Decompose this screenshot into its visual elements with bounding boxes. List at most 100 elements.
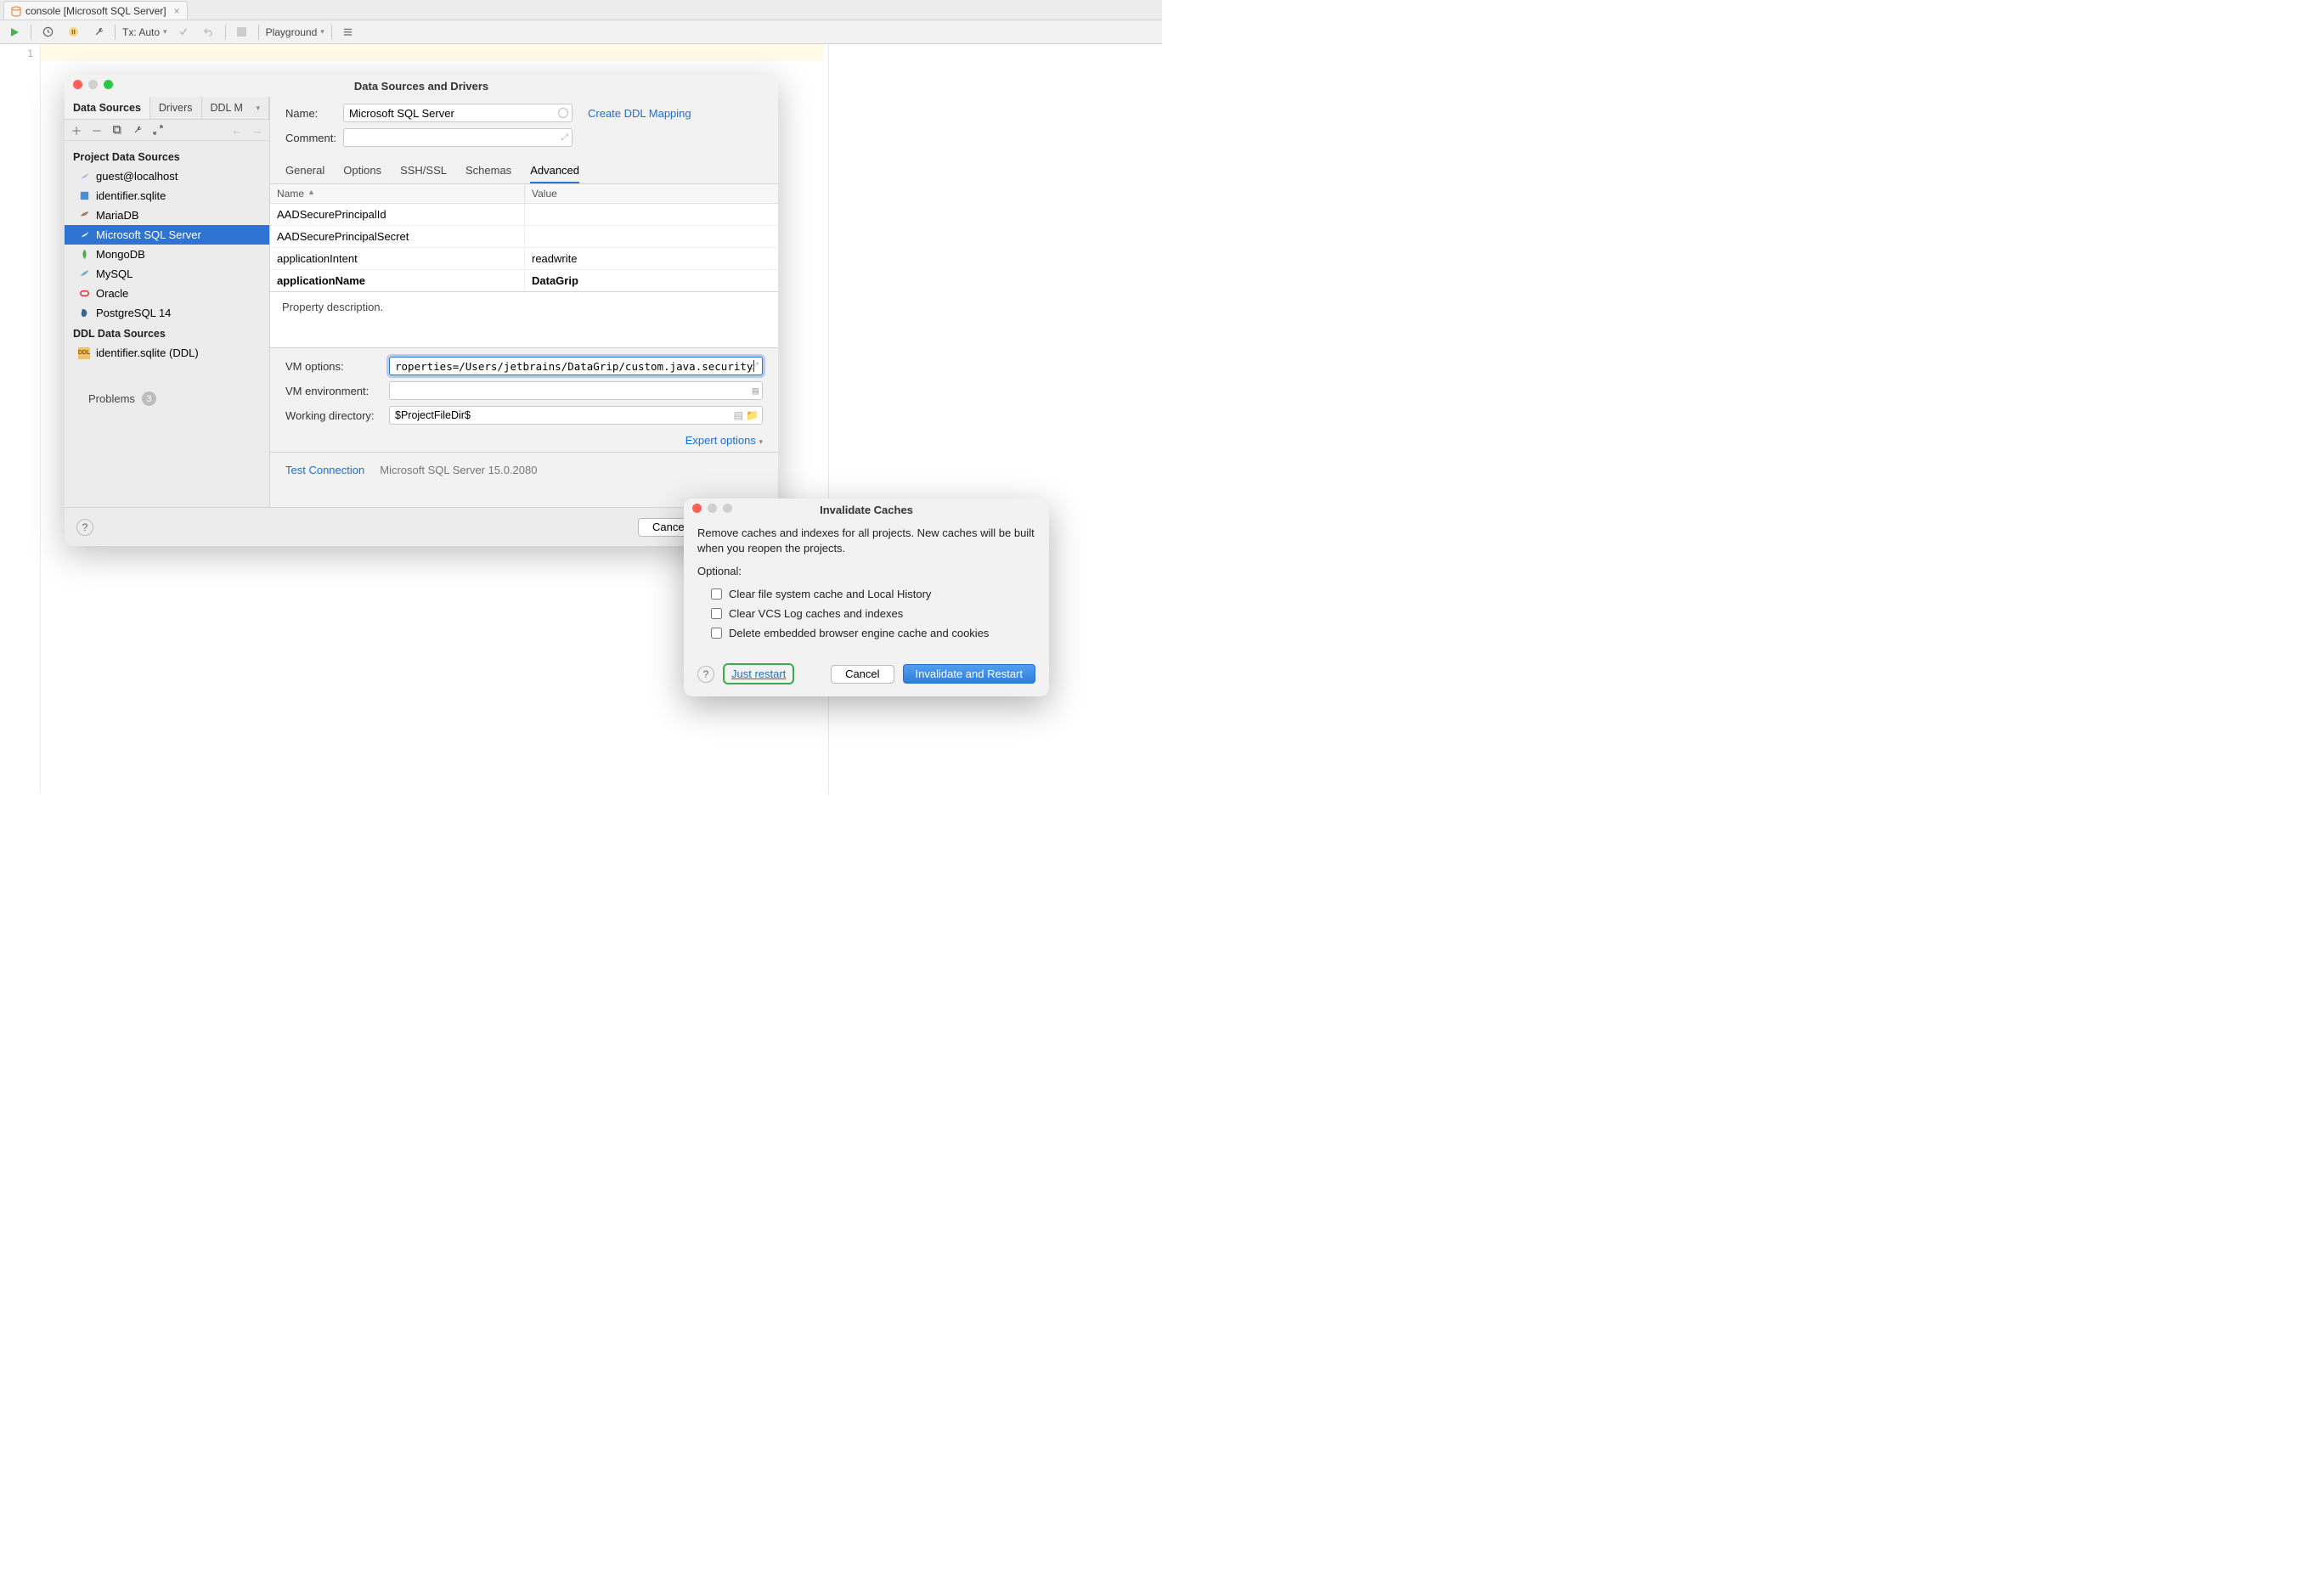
tree-item-sqlite[interactable]: identifier.sqlite (65, 186, 269, 206)
window-maximize-icon[interactable] (104, 80, 113, 89)
window-minimize-icon (88, 80, 98, 89)
checkbox-clear-filesystem[interactable]: Clear file system cache and Local Histor… (697, 584, 1035, 604)
remove-icon[interactable]: － (90, 123, 104, 137)
name-input[interactable]: Microsoft SQL Server (343, 104, 573, 122)
tab-title: console [Microsoft SQL Server] (25, 5, 166, 17)
sidebar-tabs: Data Sources Drivers DDL M ▾ (65, 97, 269, 120)
col-header-name[interactable]: Name▲ (270, 184, 525, 203)
lower-form: VM options: roperties=/Users/jetbrains/D… (270, 348, 778, 434)
tree-item-mariadb[interactable]: MariaDB (65, 206, 269, 225)
table-row[interactable]: applicationIntent readwrite (270, 248, 778, 270)
tx-mode-dropdown[interactable]: Tx: Auto ▾ (122, 26, 167, 38)
history-icon[interactable] (38, 23, 57, 42)
tab-options[interactable]: Options (343, 164, 381, 183)
color-circle-icon[interactable] (558, 108, 568, 118)
help-icon[interactable]: ? (76, 519, 93, 536)
comment-label: Comment: (285, 132, 335, 144)
separator (331, 25, 332, 40)
tab-advanced[interactable]: Advanced (530, 164, 579, 183)
invalidate-and-restart-button[interactable]: Invalidate and Restart (903, 664, 1035, 684)
window-close-icon[interactable] (73, 80, 82, 89)
vm-env-input[interactable]: ▤ (389, 381, 763, 400)
sort-asc-icon: ▲ (307, 188, 315, 200)
commit-icon[interactable] (174, 23, 193, 42)
tree-item-oracle[interactable]: Oracle (65, 284, 269, 303)
tab-general[interactable]: General (285, 164, 324, 183)
back-icon: ← (230, 123, 244, 137)
tab-ssh[interactable]: SSH/SSL (400, 164, 447, 183)
wrench-icon[interactable] (131, 123, 144, 137)
help-icon[interactable]: ? (697, 666, 714, 683)
tree-item-postgres[interactable]: PostgreSQL 14 (65, 303, 269, 323)
checkbox-input[interactable] (711, 628, 722, 639)
tree-item-mysql[interactable]: MySQL (65, 264, 269, 284)
vm-env-label: VM environment: (285, 385, 381, 397)
advanced-properties-table: Name▲ Value AADSecurePrincipalId AADSecu… (270, 183, 778, 292)
dialog-titlebar: Data Sources and Drivers (65, 75, 778, 97)
chevron-down-icon: ▾ (256, 104, 260, 113)
checkbox-delete-browser[interactable]: Delete embedded browser engine cache and… (697, 623, 1035, 643)
problems-label: Problems (88, 392, 135, 405)
expand-icon[interactable]: ⤢ (750, 360, 759, 373)
window-minimize-icon (708, 504, 717, 513)
data-source-tree: Project Data Sources guest@localhost ide… (65, 141, 269, 507)
window-controls (692, 504, 732, 513)
stop-icon[interactable] (233, 23, 251, 42)
create-ddl-mapping-link[interactable]: Create DDL Mapping (588, 107, 691, 120)
comment-input[interactable]: ⤢ (343, 128, 573, 147)
list-icon[interactable]: ▤ (753, 385, 759, 397)
cancel-button[interactable]: Cancel (831, 665, 894, 684)
just-restart-link[interactable]: Just restart (731, 667, 786, 680)
tab-data-sources[interactable]: Data Sources (65, 97, 150, 119)
dialog-footer: ? Cancel Apply (65, 507, 778, 546)
run-icon[interactable] (5, 23, 24, 42)
tree-item-guest[interactable]: guest@localhost (65, 166, 269, 186)
rollback-icon[interactable] (200, 23, 218, 42)
copy-icon[interactable] (110, 123, 124, 137)
expand-icon[interactable]: ⤢ (561, 133, 568, 143)
test-connection-link[interactable]: Test Connection (285, 464, 364, 476)
folder-icon[interactable]: 📁 (746, 409, 759, 421)
table-row[interactable]: applicationName DataGrip (270, 270, 778, 291)
editor-tab-console[interactable]: console [Microsoft SQL Server] × (3, 1, 188, 20)
tree-section-project: Project Data Sources (65, 146, 269, 166)
vm-options-label: VM options: (285, 360, 381, 373)
wrench-icon[interactable] (89, 23, 108, 42)
table-row[interactable]: AADSecurePrincipalSecret (270, 226, 778, 248)
settings-icon[interactable] (339, 23, 358, 42)
add-icon[interactable]: ＋ (70, 123, 83, 137)
close-icon[interactable]: × (174, 5, 180, 17)
tree-item-mongodb[interactable]: MongoDB (65, 245, 269, 264)
window-close-icon[interactable] (692, 504, 702, 513)
vm-options-input[interactable]: roperties=/Users/jetbrains/DataGrip/cust… (389, 357, 763, 375)
table-row[interactable]: AADSecurePrincipalId (270, 204, 778, 226)
line-number: 1 (7, 48, 33, 59)
dialog-description: Remove caches and indexes for all projec… (697, 526, 1035, 556)
db-sqlserver-icon (78, 229, 90, 241)
session-label: Playground (266, 26, 318, 38)
make-global-icon[interactable] (151, 123, 165, 137)
expert-options-link[interactable]: Expert options ▾ (685, 434, 763, 447)
content-tabs: General Options SSH/SSL Schemas Advanced (270, 155, 778, 183)
tab-schemas[interactable]: Schemas (465, 164, 511, 183)
working-dir-label: Working directory: (285, 409, 381, 422)
problems-count: 3 (142, 391, 156, 406)
property-description: Property description. (270, 292, 778, 348)
pause-icon[interactable] (64, 23, 82, 42)
tab-ddl-mappings[interactable]: DDL M ▾ (202, 97, 270, 119)
db-mariadb-icon (78, 210, 90, 222)
checkbox-input[interactable] (711, 588, 722, 600)
db-sqlserver-icon (78, 171, 90, 183)
tab-drivers[interactable]: Drivers (150, 97, 202, 119)
working-dir-input[interactable]: $ProjectFileDir$ ▤ 📁 (389, 406, 763, 425)
tree-item-ddl-sqlite[interactable]: DDL identifier.sqlite (DDL) (65, 343, 269, 363)
gutter: 1 (0, 44, 41, 794)
problems-item[interactable]: Problems 3 (65, 388, 269, 409)
session-dropdown[interactable]: Playground ▾ (266, 26, 324, 38)
tree-item-mssql[interactable]: Microsoft SQL Server (65, 225, 269, 245)
list-icon[interactable]: ▤ (734, 409, 743, 421)
checkbox-clear-vcs[interactable]: Clear VCS Log caches and indexes (697, 604, 1035, 623)
separator (225, 25, 226, 40)
col-header-value[interactable]: Value (525, 184, 778, 203)
checkbox-input[interactable] (711, 608, 722, 619)
